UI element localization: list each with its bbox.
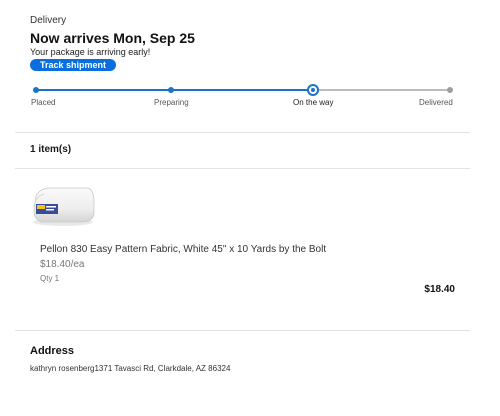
items-count: 1 item(s) [30,144,72,155]
arrival-title: Now arrives Mon, Sep 25 [30,30,195,46]
track-shipment-button[interactable]: Track shipment [30,59,116,71]
step-label-preparing: Preparing [154,98,189,107]
step-dot-preparing [168,87,174,93]
step-label-placed: Placed [31,98,56,107]
arrival-subtitle: Your package is arriving early! [30,47,151,57]
step-label-on-the-way: On the way [293,98,334,107]
step-dot-current [307,84,319,96]
delivery-label: Delivery [30,15,67,26]
shipping-address: kathryn rosenberg1371 Tavasci Rd, Clarkd… [30,364,231,373]
step-dot-delivered [447,87,453,93]
divider [15,330,470,331]
product-name[interactable]: Pellon 830 Easy Pattern Fabric, White 45… [40,244,326,255]
divider [15,132,470,133]
line-total-price: $18.40 [424,284,455,295]
progress-line-complete [36,89,313,91]
product-quantity: Qty 1 [40,274,60,283]
fabric-bolt-image[interactable] [30,182,96,228]
step-label-delivered: Delivered [419,98,453,107]
step-dot-placed [33,87,39,93]
divider [15,168,470,169]
address-heading: Address [30,345,75,357]
progress-line-remaining [313,89,450,91]
product-unit-price: $18.40/ea [40,259,85,270]
